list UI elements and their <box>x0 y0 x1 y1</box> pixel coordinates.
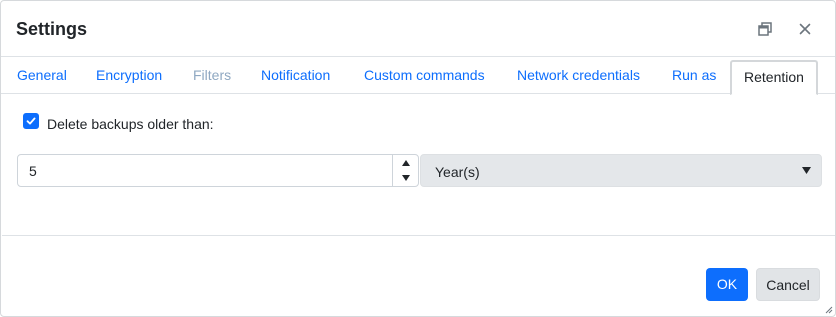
ok-button[interactable]: OK <box>706 268 748 301</box>
delete-backups-checkbox[interactable] <box>23 113 39 129</box>
decrement-button[interactable] <box>393 170 418 185</box>
settings-dialog: Settings General Encryption Filters Noti… <box>0 0 836 317</box>
triangle-up-icon <box>401 159 410 166</box>
tab-run-as[interactable]: Run as <box>672 57 716 94</box>
triangle-down-icon <box>401 174 410 181</box>
resize-grip-icon[interactable] <box>823 304 833 314</box>
dialog-footer: OK Cancel <box>1 236 835 316</box>
tab-network-credentials[interactable]: Network credentials <box>517 57 640 94</box>
tab-notification[interactable]: Notification <box>261 57 330 94</box>
tab-filters: Filters <box>193 67 232 83</box>
dialog-title: Settings <box>16 19 88 39</box>
settings-tabs: General Encryption Filters Notification … <box>1 57 835 95</box>
retention-amount-input[interactable] <box>18 155 390 186</box>
tab-retention[interactable]: Retention <box>730 60 818 95</box>
retention-unit-select[interactable]: Year(s) <box>420 154 822 187</box>
retention-unit-value: Year(s) <box>435 164 480 180</box>
restore-window-icon <box>758 22 772 36</box>
dialog-header: Settings <box>1 1 835 57</box>
amount-spinner <box>392 155 418 186</box>
increment-button[interactable] <box>393 155 418 170</box>
caret-down-icon <box>802 167 811 174</box>
tab-encryption[interactable]: Encryption <box>96 57 162 94</box>
close-icon <box>799 23 811 35</box>
tab-general[interactable]: General <box>17 57 67 94</box>
tab-custom-commands[interactable]: Custom commands <box>364 57 485 94</box>
restore-button[interactable] <box>755 19 775 39</box>
checkmark-icon <box>26 117 36 125</box>
cancel-button[interactable]: Cancel <box>756 268 820 301</box>
retention-panel: Delete backups older than: Year(s) <box>2 94 835 236</box>
close-button[interactable] <box>795 19 815 39</box>
retention-amount-stepper <box>17 154 419 187</box>
delete-backups-label: Delete backups older than: <box>47 116 214 132</box>
